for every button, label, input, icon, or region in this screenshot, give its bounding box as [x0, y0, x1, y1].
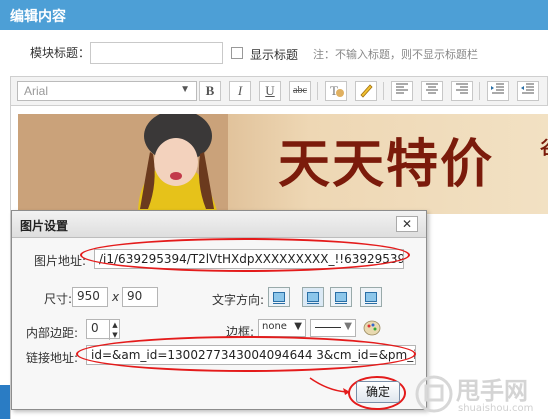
left-edge-strip: [0, 385, 10, 419]
site-watermark: 甩手网 shuaishou.com: [414, 369, 548, 419]
watermark-logo-icon: [415, 375, 453, 413]
watermark-brand: 甩手网: [456, 377, 528, 405]
ok-button[interactable]: 确定: [356, 381, 400, 403]
annotation-arrow: [309, 377, 351, 395]
watermark-site: shuaishou.com: [458, 403, 534, 414]
